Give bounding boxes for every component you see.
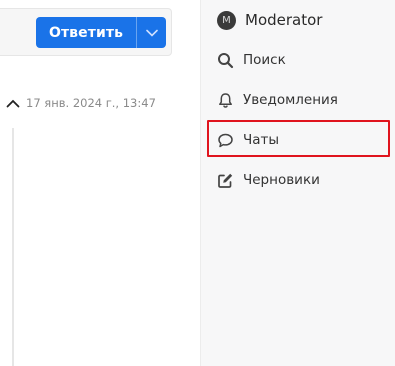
sidebar-item-label: Поиск bbox=[243, 52, 286, 68]
user-name: Moderator bbox=[245, 11, 323, 29]
pencil-square-icon bbox=[218, 173, 233, 188]
reply-options-toggle[interactable] bbox=[136, 17, 166, 48]
sidebar-item-chats[interactable]: Чаты bbox=[217, 128, 279, 152]
search-icon bbox=[218, 52, 234, 68]
sidebar: M Moderator Поиск Уведомления Чаты Черно… bbox=[200, 0, 395, 366]
sidebar-item-label: Уведомления bbox=[243, 92, 338, 108]
chevron-down-icon bbox=[145, 29, 158, 37]
sidebar-item-notifications[interactable]: Уведомления bbox=[217, 88, 338, 112]
sidebar-item-drafts[interactable]: Черновики bbox=[217, 168, 320, 192]
sidebar-item-label: Чаты bbox=[243, 132, 280, 148]
sidebar-user[interactable]: M Moderator bbox=[217, 8, 322, 32]
timeline-line bbox=[12, 128, 14, 366]
reply-button-group: Ответить bbox=[36, 17, 166, 48]
chat-icon bbox=[218, 133, 233, 147]
reply-button[interactable]: Ответить bbox=[36, 17, 136, 48]
topic-main-area: Ответить 17 янв. 2024 г., 13:47 bbox=[0, 0, 200, 366]
timeline-entry: 17 янв. 2024 г., 13:47 bbox=[6, 96, 156, 110]
timeline-date: 17 янв. 2024 г., 13:47 bbox=[26, 96, 156, 110]
sidebar-item-search[interactable]: Поиск bbox=[217, 48, 286, 72]
sidebar-item-label: Черновики bbox=[243, 172, 320, 188]
chevron-up-icon[interactable] bbox=[6, 99, 20, 108]
avatar: M bbox=[217, 10, 236, 30]
bell-icon bbox=[219, 92, 232, 108]
